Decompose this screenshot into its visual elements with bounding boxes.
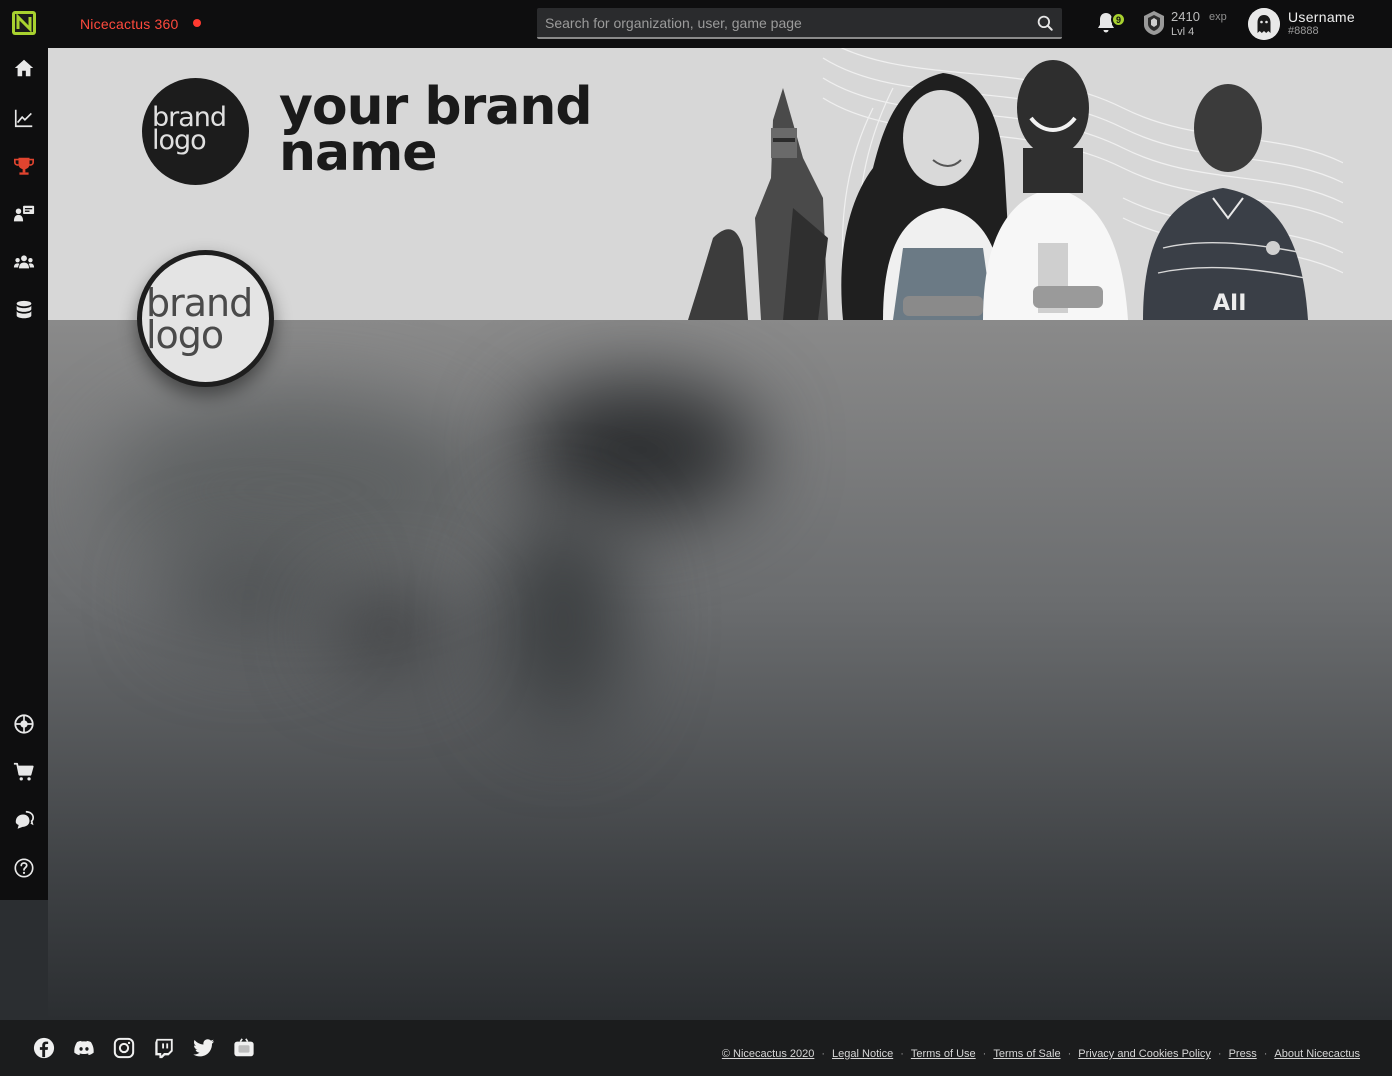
blurred-block — [518, 380, 758, 520]
main-content-area — [48, 320, 1392, 1020]
profile-logo-line2: logo — [146, 313, 224, 357]
nicecactus-tv-icon[interactable] — [233, 1037, 255, 1059]
instagram-icon[interactable] — [113, 1037, 135, 1059]
home-icon — [14, 59, 34, 77]
blurred-block — [108, 400, 488, 580]
sidebar-item-shop[interactable] — [0, 752, 48, 792]
footer-separator: · — [1217, 1048, 1222, 1060]
footer-separator: · — [900, 1048, 904, 1060]
exp-unit: exp — [1209, 11, 1227, 23]
blurred-block — [328, 590, 448, 670]
community-icon — [13, 255, 35, 269]
sidebar — [0, 48, 48, 900]
blurred-block — [168, 550, 328, 640]
app-name[interactable]: Nicecactus 360 — [80, 16, 179, 32]
svg-text:AII: AII — [1213, 291, 1246, 316]
live-indicator — [193, 19, 201, 27]
sidebar-item-community[interactable] — [0, 242, 48, 282]
notification-badge: 9 — [1111, 12, 1126, 27]
profile-avatar-logo[interactable]: brand logo — [137, 250, 274, 387]
banner-logo-line2: logo — [152, 125, 207, 156]
discord-icon[interactable] — [73, 1037, 95, 1059]
trophy-icon — [14, 157, 34, 175]
footer-link-privacy[interactable]: Privacy and Cookies Policy — [1078, 1048, 1211, 1060]
sidebar-item-home[interactable] — [0, 48, 48, 88]
banner-brand-logo: brand logo — [142, 78, 249, 185]
cart-icon — [13, 762, 34, 781]
footer-link-copyright[interactable]: © Nicecactus 2020 — [722, 1048, 815, 1060]
footer: © Nicecactus 2020 · Legal Notice · Terms… — [0, 1020, 1392, 1076]
nicecactus-logo-icon[interactable] — [12, 11, 36, 35]
footer-separator: · — [1067, 1048, 1072, 1060]
user-avatar[interactable] — [1248, 8, 1280, 40]
banner-hero-image: AII — [688, 48, 1343, 320]
footer-separator: · — [982, 1048, 987, 1060]
footer-link-terms-of-sale[interactable]: Terms of Sale — [993, 1048, 1060, 1060]
footer-separator: · — [1263, 1048, 1268, 1060]
footer-link-about[interactable]: About Nicecactus — [1274, 1048, 1360, 1060]
search-bar — [537, 8, 1062, 39]
banner-logo-text: brand logo — [152, 104, 242, 156]
profile-logo-text: brand logo — [146, 284, 269, 357]
coaching-icon — [13, 205, 35, 222]
footer-link-press[interactable]: Press — [1229, 1048, 1257, 1060]
help-icon — [14, 858, 34, 878]
database-icon — [16, 300, 32, 319]
twitter-icon[interactable] — [193, 1037, 215, 1059]
search-icon[interactable] — [1036, 14, 1054, 32]
footer-links: © Nicecactus 2020 · Legal Notice · Terms… — [722, 1048, 1360, 1060]
sidebar-item-tournaments[interactable] — [0, 146, 48, 186]
top-bar: Nicecactus 360 9 2410 exp Lvl 4 Username… — [0, 0, 1392, 48]
twitch-icon[interactable] — [153, 1037, 175, 1059]
search-input[interactable] — [537, 8, 1062, 37]
sidebar-item-help[interactable] — [0, 848, 48, 888]
footer-link-terms-of-use[interactable]: Terms of Use — [911, 1048, 976, 1060]
rank-shield-icon[interactable] — [1142, 10, 1166, 36]
sidebar-item-stats[interactable] — [0, 98, 48, 138]
footer-link-legal-notice[interactable]: Legal Notice — [832, 1048, 893, 1060]
blurred-block — [498, 510, 628, 730]
stats-chart-icon — [14, 109, 33, 128]
chat-icon — [15, 810, 34, 829]
exp-value: 2410 — [1171, 9, 1200, 24]
brand-name: your brand name — [279, 81, 639, 179]
esports-globe-icon — [14, 714, 34, 734]
sidebar-item-coaching[interactable] — [0, 194, 48, 234]
username[interactable]: Username — [1288, 9, 1355, 25]
facebook-icon[interactable] — [33, 1037, 55, 1059]
sidebar-item-chat[interactable] — [0, 800, 48, 840]
level-label: Lvl 4 — [1171, 26, 1195, 38]
footer-separator: · — [821, 1048, 826, 1060]
user-tag: #8888 — [1288, 25, 1319, 37]
sidebar-item-database[interactable] — [0, 290, 48, 330]
sidebar-item-esports[interactable] — [0, 704, 48, 744]
